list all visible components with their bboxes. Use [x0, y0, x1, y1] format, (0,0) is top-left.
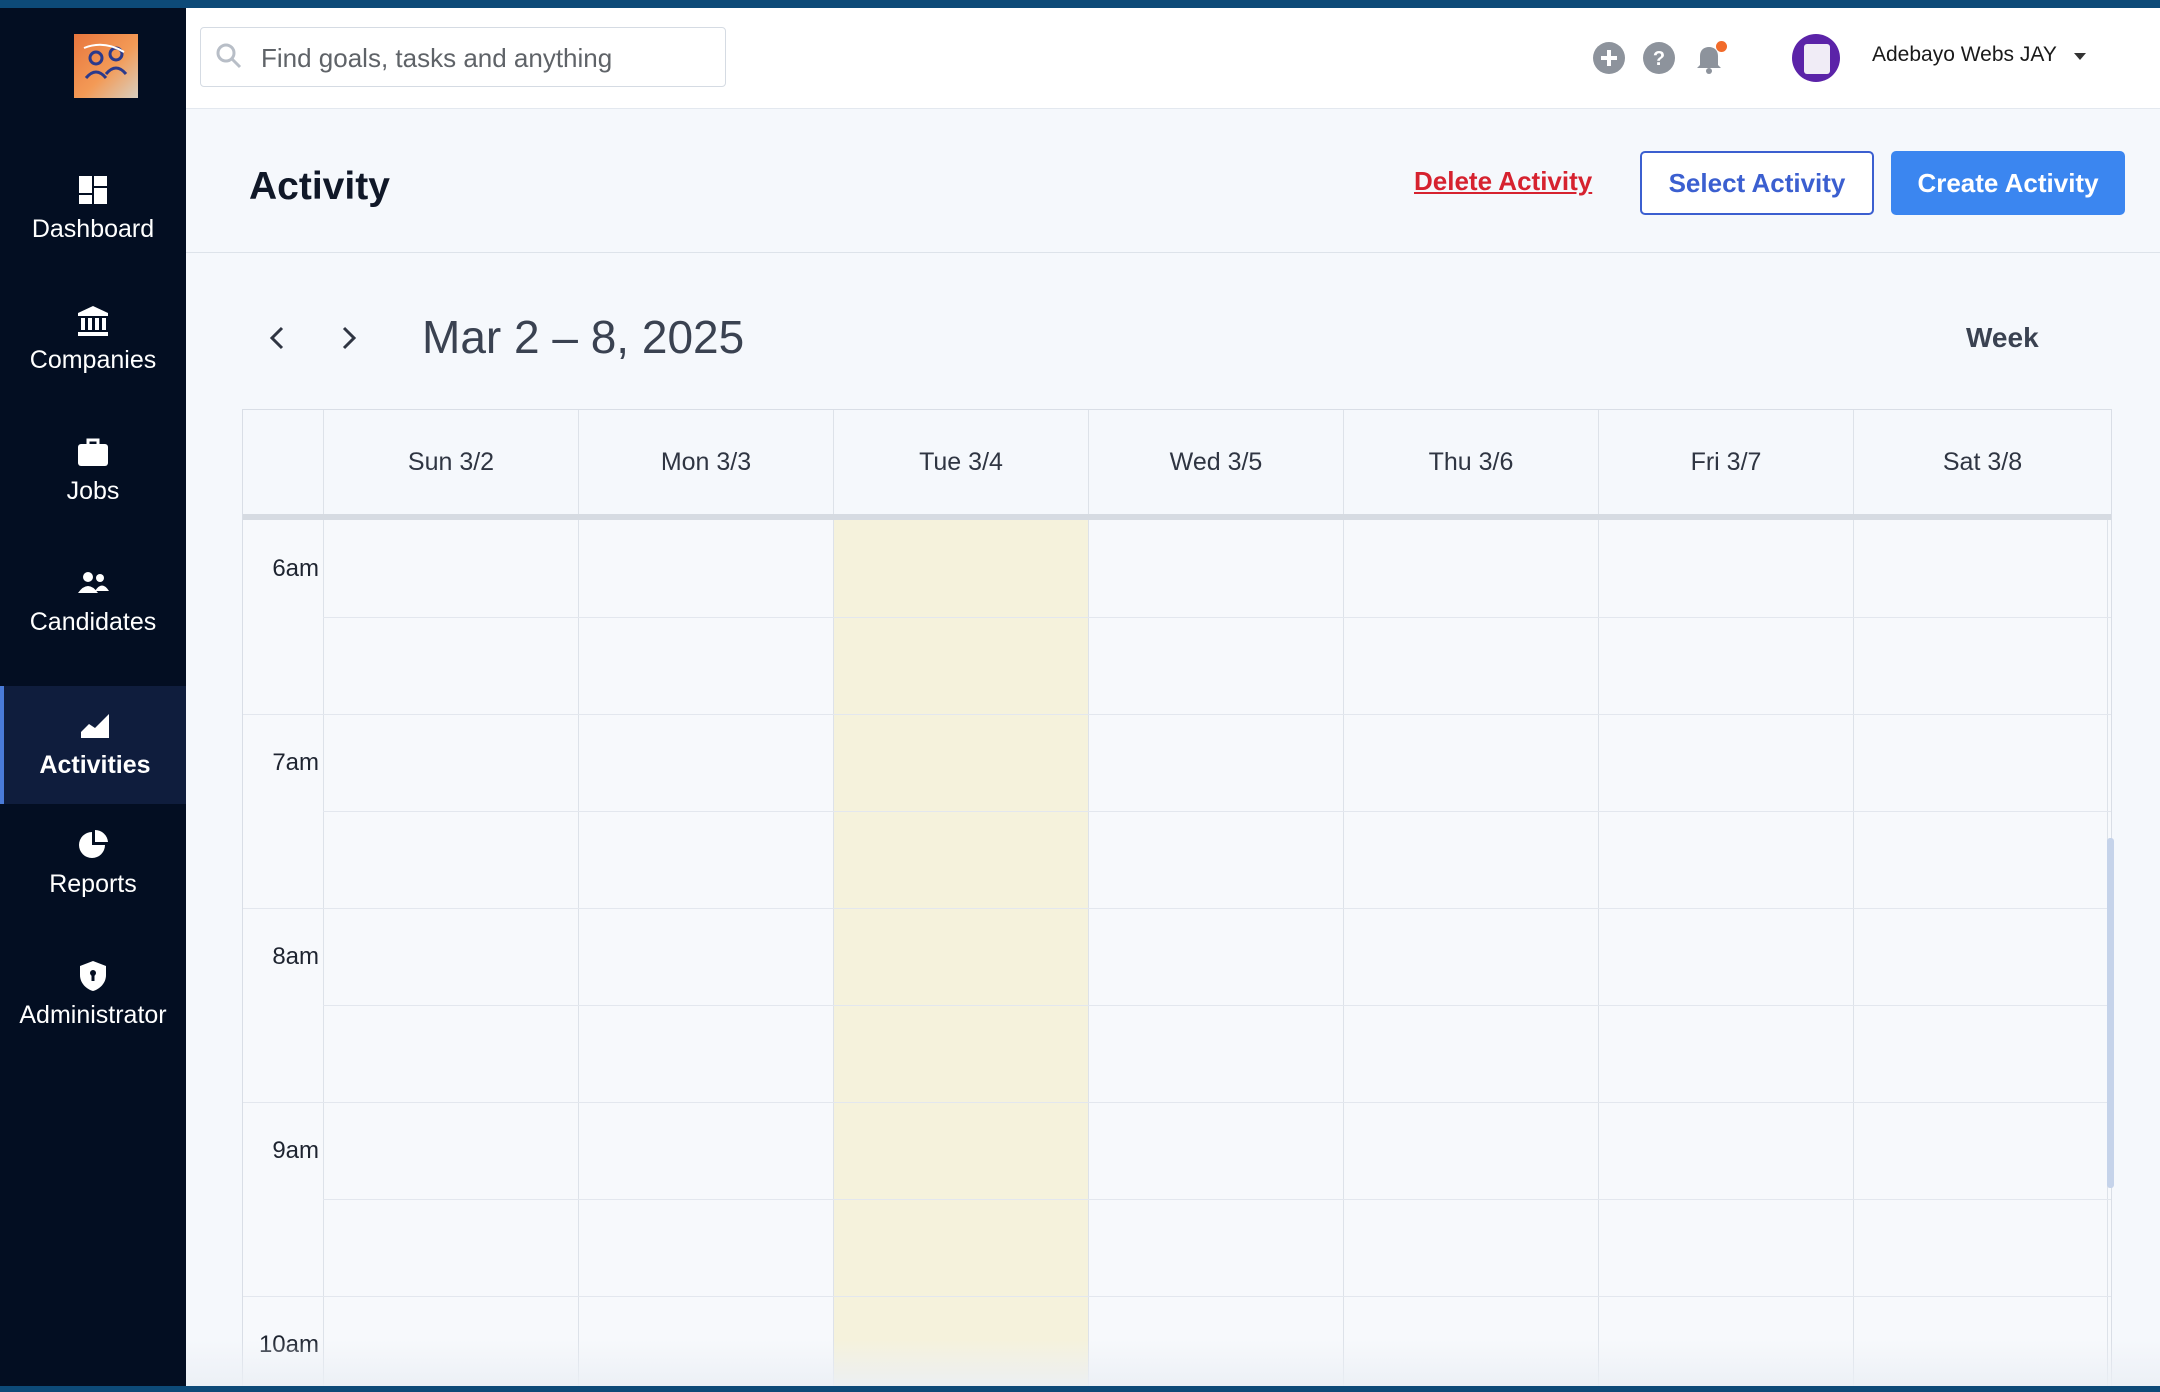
sidebar-item-dashboard[interactable]: Dashboard: [0, 150, 186, 268]
create-activity-button[interactable]: Create Activity: [1891, 151, 2125, 215]
chevron-right-icon[interactable]: [330, 320, 366, 356]
sidebar-item-jobs[interactable]: Jobs: [0, 412, 186, 530]
search-icon: [215, 42, 243, 70]
bell-icon[interactable]: [1692, 41, 1727, 75]
page-title: Activity: [249, 165, 390, 208]
dashboard-icon: [75, 172, 111, 208]
window-bottom-border: [0, 1386, 2160, 1392]
notification-dot: [1716, 41, 1727, 52]
search-box[interactable]: [200, 27, 726, 87]
grid-divider: [323, 520, 324, 1386]
pie-chart-icon: [75, 827, 111, 863]
sidebar-item-label: Administrator: [19, 1001, 167, 1029]
window-top-border: [0, 0, 2160, 8]
sidebar-item-activities[interactable]: Activities: [0, 686, 186, 804]
hour-line: [243, 1296, 2111, 1297]
delete-activity-button[interactable]: Delete Activity: [1414, 166, 1592, 197]
sidebar-item-reports[interactable]: Reports: [0, 805, 186, 923]
help-icon[interactable]: ?: [1642, 41, 1676, 75]
day-header[interactable]: Thu 3/6: [1343, 410, 1598, 514]
grid-divider: [1853, 520, 1854, 1386]
app-logo[interactable]: [74, 34, 138, 98]
day-header[interactable]: Sun 3/2: [323, 410, 578, 514]
avatar[interactable]: [1792, 34, 1840, 82]
page-header: Activity Delete Activity Select Activity…: [186, 109, 2160, 253]
hour-line: [243, 714, 2111, 715]
calendar-header-row: Sun 3/2 Mon 3/3 Tue 3/4 Wed 3/5 Thu 3/6 …: [243, 410, 2111, 520]
shield-icon: [75, 958, 111, 994]
day-header[interactable]: Sat 3/8: [1853, 410, 2111, 514]
grid-divider: [833, 520, 834, 1386]
select-activity-button[interactable]: Select Activity: [1640, 151, 1874, 215]
grid-divider: [578, 520, 579, 1386]
top-bar: ? Adebayo Webs JAY: [186, 8, 2160, 109]
area-chart-icon: [77, 708, 113, 744]
sidebar-item-candidates[interactable]: Candidates: [0, 543, 186, 661]
chevron-left-icon[interactable]: [260, 320, 296, 356]
time-label: 10am: [258, 1331, 319, 1358]
calendar-time-grid[interactable]: 6am 7am 8am 9am 10am: [243, 520, 2111, 1386]
people-icon: [75, 565, 111, 601]
half-hour-line: [323, 811, 2111, 812]
half-hour-line: [323, 1199, 2111, 1200]
day-header[interactable]: Tue 3/4: [833, 410, 1088, 514]
time-label: 9am: [272, 1137, 319, 1164]
hour-line: [243, 908, 2111, 909]
sidebar-item-label: Dashboard: [31, 215, 155, 243]
caret-down-icon[interactable]: [2074, 53, 2086, 60]
day-header[interactable]: Wed 3/5: [1088, 410, 1343, 514]
half-hour-line: [323, 1005, 2111, 1006]
grid-divider: [1598, 520, 1599, 1386]
bank-icon: [75, 303, 111, 339]
sidebar: Dashboard Companies Jobs Candidates Acti…: [0, 8, 186, 1386]
sidebar-item-companies[interactable]: Companies: [0, 281, 186, 399]
sidebar-item-administrator[interactable]: Administrator: [0, 936, 186, 1054]
day-header[interactable]: Fri 3/7: [1598, 410, 1853, 514]
calendar-scrollbar[interactable]: [2107, 838, 2114, 1188]
user-name[interactable]: Adebayo Webs JAY: [1872, 43, 2057, 67]
calendar-view-selector[interactable]: Week: [1966, 322, 2039, 354]
time-label: 7am: [272, 749, 319, 776]
calendar-date-range: Mar 2 – 8, 2025: [422, 311, 745, 363]
week-calendar: Sun 3/2 Mon 3/3 Tue 3/4 Wed 3/5 Thu 3/6 …: [242, 409, 2112, 1386]
svg-text:?: ?: [1653, 48, 1665, 70]
sidebar-item-label: Companies: [29, 346, 157, 374]
hour-line: [243, 1102, 2111, 1103]
today-column-highlight: [834, 520, 1088, 1386]
time-label: 8am: [272, 943, 319, 970]
grid-divider: [1343, 520, 1344, 1386]
sidebar-item-label: Jobs: [66, 477, 120, 505]
day-header[interactable]: Mon 3/3: [578, 410, 833, 514]
sidebar-item-label: Activities: [39, 751, 151, 779]
grid-divider: [1088, 520, 1089, 1386]
time-label: 6am: [272, 555, 319, 582]
add-circle-icon[interactable]: [1592, 41, 1626, 75]
sidebar-item-label: Candidates: [29, 608, 157, 636]
sidebar-item-label: Reports: [49, 870, 137, 898]
briefcase-icon: [75, 434, 111, 470]
avatar-image: [1804, 44, 1830, 74]
half-hour-line: [323, 617, 2111, 618]
search-input[interactable]: [259, 36, 713, 80]
